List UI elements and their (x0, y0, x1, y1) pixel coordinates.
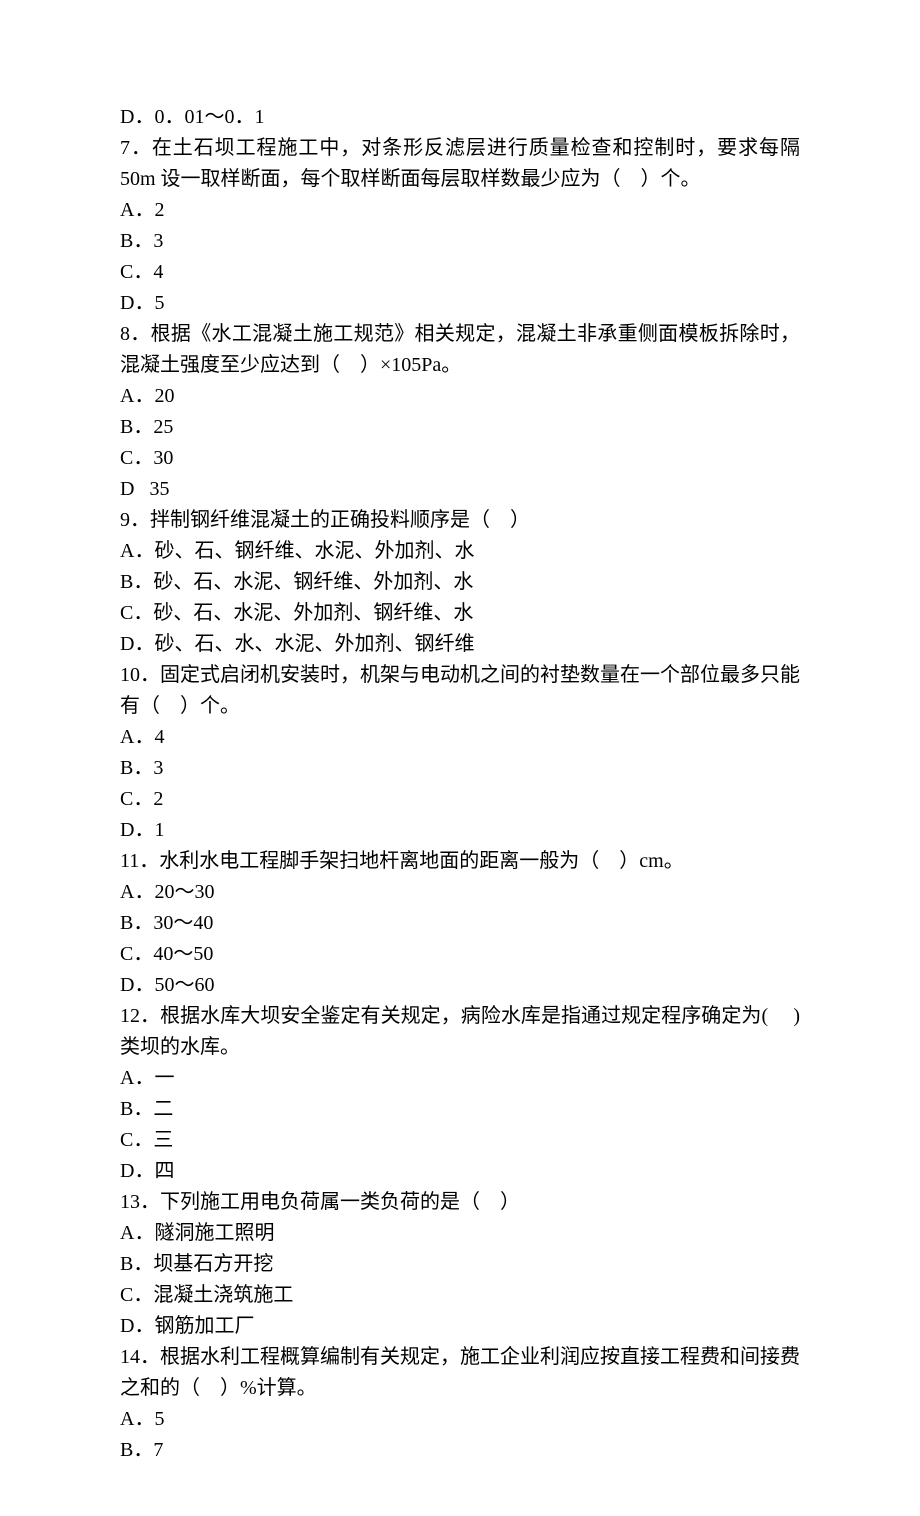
q9-option-d: D．砂、石、水、水泥、外加剂、钢纤维 (120, 629, 800, 660)
q10-option-a: A．4 (120, 722, 800, 753)
q9-option-c: C．砂、石、水泥、外加剂、钢纤维、水 (120, 598, 800, 629)
q11-option-b: B．30～40 (120, 908, 800, 939)
q8-option-d: D 35 (120, 474, 800, 505)
q13-option-c: C．混凝土浇筑施工 (120, 1280, 800, 1311)
q14-option-b: B．7 (120, 1435, 800, 1466)
q10-option-d: D．1 (120, 815, 800, 846)
q6-option-d: D．0．01～0．1 (120, 102, 800, 133)
q7-option-d: D．5 (120, 288, 800, 319)
q12-option-d: D．四 (120, 1156, 800, 1187)
q7-option-a: A．2 (120, 195, 800, 226)
q8-option-c: C．30 (120, 443, 800, 474)
q13-option-a: A．隧洞施工照明 (120, 1218, 800, 1249)
q11-stem: 11．水利水电工程脚手架扫地杆离地面的距离一般为（ ）cm。 (120, 846, 800, 877)
q14-stem: 14．根据水利工程概算编制有关规定，施工企业利润应按直接工程费和间接费之和的（ … (120, 1342, 800, 1404)
q13-option-b: B．坝基石方开挖 (120, 1249, 800, 1280)
q8-option-b: B．25 (120, 412, 800, 443)
q8-stem: 8．根据《水工混凝土施工规范》相关规定，混凝土非承重侧面模板拆除时，混凝土强度至… (120, 319, 800, 381)
q12-option-c: C．三 (120, 1125, 800, 1156)
q7-option-c: C．4 (120, 257, 800, 288)
q9-option-b: B．砂、石、水泥、钢纤维、外加剂、水 (120, 567, 800, 598)
q13-option-d: D．钢筋加工厂 (120, 1311, 800, 1342)
q10-option-b: B．3 (120, 753, 800, 784)
q12-option-a: A．一 (120, 1063, 800, 1094)
q9-option-a: A．砂、石、钢纤维、水泥、外加剂、水 (120, 536, 800, 567)
q12-stem: 12．根据水库大坝安全鉴定有关规定，病险水库是指通过规定程序确定为( )类坝的水… (120, 1001, 800, 1063)
q9-stem: 9．拌制钢纤维混凝土的正确投料顺序是（ ） (120, 505, 800, 536)
q11-option-c: C．40～50 (120, 939, 800, 970)
q11-option-d: D．50～60 (120, 970, 800, 1001)
q10-stem: 10．固定式启闭机安装时，机架与电动机之间的衬垫数量在一个部位最多只能有（ ）个… (120, 660, 800, 722)
q14-option-a: A．5 (120, 1404, 800, 1435)
document-page: D．0．01～0．1 7．在土石坝工程施工中，对条形反滤层进行质量检查和控制时，… (0, 0, 920, 1516)
q8-option-a: A．20 (120, 381, 800, 412)
q7-stem: 7．在土石坝工程施工中，对条形反滤层进行质量检查和控制时，要求每隔 50m 设一… (120, 133, 800, 195)
q7-option-b: B．3 (120, 226, 800, 257)
q10-option-c: C．2 (120, 784, 800, 815)
q13-stem: 13．下列施工用电负荷属一类负荷的是（ ） (120, 1187, 800, 1218)
q12-option-b: B．二 (120, 1094, 800, 1125)
q11-option-a: A．20～30 (120, 877, 800, 908)
